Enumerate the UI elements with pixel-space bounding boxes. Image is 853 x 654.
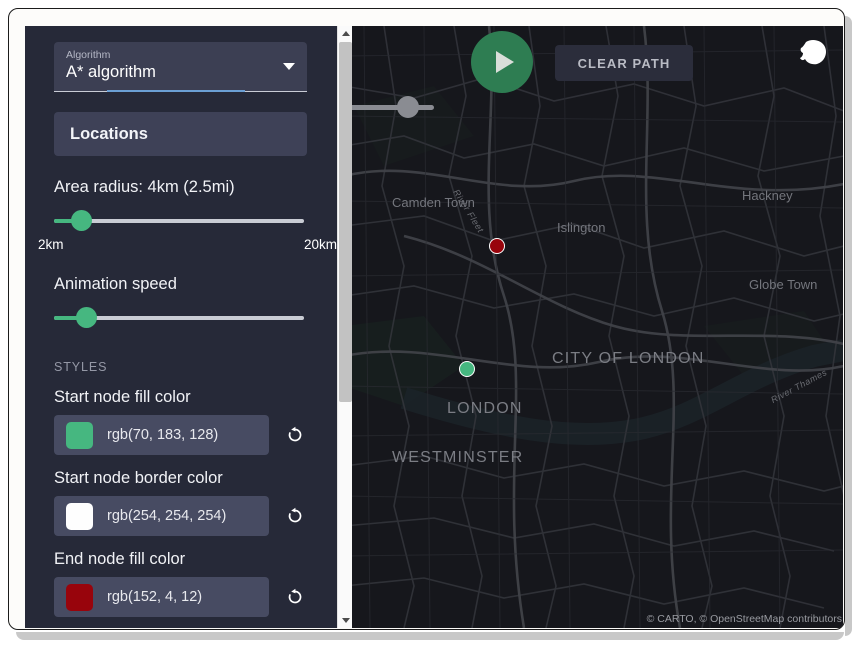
carto-logo-icon[interactable] xyxy=(792,36,832,74)
settings-sidebar: Algorithm A* algorithm Locations Area ra… xyxy=(25,26,344,628)
animation-speed-label: Animation speed xyxy=(54,275,177,293)
color-setting-row: rgb(254, 254, 254) xyxy=(54,496,307,536)
reset-color-button[interactable] xyxy=(283,499,307,533)
scroll-up-arrow-icon[interactable] xyxy=(338,26,353,41)
content-area: Camden Town Islington Hackney Globe Town CIT… xyxy=(9,9,843,628)
play-button[interactable] xyxy=(471,31,533,93)
map-speed-slider-track[interactable] xyxy=(344,105,434,110)
window-shadow xyxy=(16,632,844,640)
map-speed-slider[interactable] xyxy=(344,96,434,118)
color-value-text: rgb(152, 4, 12) xyxy=(107,589,203,605)
color-setting-label: End node fill color xyxy=(54,550,186,568)
map-speed-slider-thumb[interactable] xyxy=(397,96,419,118)
map-attribution: © CARTO, © OpenStreetMap contributors xyxy=(646,613,842,625)
area-radius-label: Area radius: 4km (2.5mi) xyxy=(54,178,235,196)
clear-path-button[interactable]: CLEAR PATH xyxy=(555,45,693,81)
reset-color-button[interactable] xyxy=(283,580,307,614)
window-shadow xyxy=(845,16,852,636)
color-swatch[interactable] xyxy=(66,502,93,530)
color-picker-field[interactable]: rgb(254, 254, 254) xyxy=(54,496,269,536)
play-icon xyxy=(495,51,514,73)
algorithm-select[interactable]: Algorithm A* algorithm xyxy=(54,42,307,92)
color-picker-field[interactable]: rgb(70, 183, 128) xyxy=(54,415,269,455)
color-value-text: rgb(70, 183, 128) xyxy=(107,427,219,443)
scrollbar-thumb[interactable] xyxy=(339,42,352,402)
locations-button[interactable]: Locations xyxy=(54,112,307,156)
styles-section-heading: STYLES xyxy=(54,360,108,374)
area-radius-max-label: 20km xyxy=(303,237,337,252)
sidebar-scrollbar[interactable] xyxy=(337,26,352,628)
reset-icon xyxy=(288,507,302,523)
settings-sidebar-content: Algorithm A* algorithm Locations Area ra… xyxy=(25,26,337,628)
map-viewport[interactable]: Camden Town Islington Hackney Globe Town CIT… xyxy=(344,26,843,628)
area-radius-slider-thumb[interactable] xyxy=(71,210,92,231)
area-radius-slider[interactable] xyxy=(54,209,307,233)
algorithm-select-label: Algorithm xyxy=(66,49,111,61)
color-setting-label: Start node border color xyxy=(54,469,223,487)
select-underline-active xyxy=(107,90,245,92)
color-settings-list: Start node fill color rgb(70, 183, 128) St… xyxy=(54,388,307,628)
color-swatch[interactable] xyxy=(66,421,93,449)
color-picker-field[interactable]: rgb(152, 4, 12) xyxy=(54,577,269,617)
chevron-down-icon[interactable] xyxy=(283,63,295,70)
color-setting-row: rgb(70, 183, 128) xyxy=(54,415,307,455)
scroll-down-arrow-icon[interactable] xyxy=(338,613,353,628)
color-swatch[interactable] xyxy=(66,583,93,611)
color-setting-row: rgb(152, 4, 12) xyxy=(54,577,307,617)
area-radius-scale: 2km 20km xyxy=(38,237,337,253)
animation-speed-slider-thumb[interactable] xyxy=(76,307,97,328)
area-radius-min-label: 2km xyxy=(38,237,64,252)
app-window: Camden Town Islington Hackney Globe Town CIT… xyxy=(8,8,845,630)
animation-speed-slider[interactable] xyxy=(54,306,307,330)
color-setting-label: Start node fill color xyxy=(54,388,191,406)
reset-color-button[interactable] xyxy=(283,418,307,452)
reset-icon xyxy=(288,426,302,442)
end-node[interactable] xyxy=(489,238,505,254)
reset-icon xyxy=(288,588,302,604)
algorithm-select-value: A* algorithm xyxy=(66,63,156,81)
color-value-text: rgb(254, 254, 254) xyxy=(107,508,227,524)
start-node[interactable] xyxy=(459,361,475,377)
